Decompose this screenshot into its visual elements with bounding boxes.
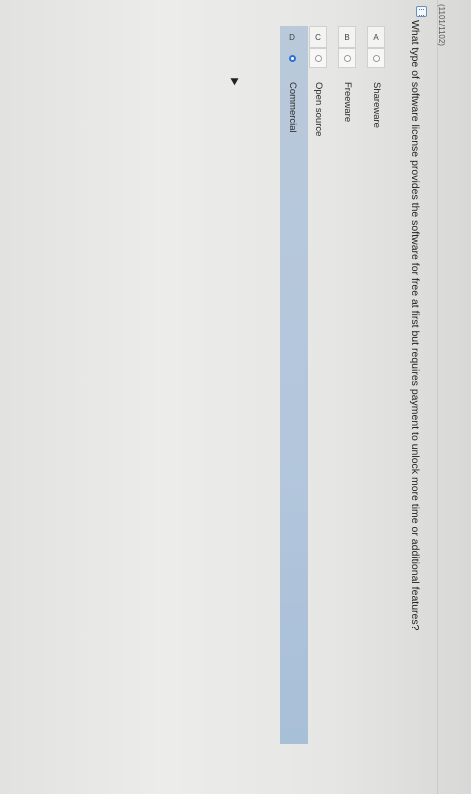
option-label: Open source — [313, 82, 324, 137]
option-letter: C — [309, 26, 327, 48]
radio-dot-selected — [288, 54, 296, 62]
option-c-radio[interactable] — [309, 48, 327, 68]
radio-dot — [314, 54, 322, 62]
option-letter: B — [338, 26, 356, 48]
option-d-radio[interactable] — [283, 48, 301, 68]
option-label: Shareware — [371, 82, 382, 128]
radio-dot — [372, 54, 380, 62]
option-label: Freeware — [342, 82, 353, 123]
option-letter: A — [367, 26, 385, 48]
answer-options: A Shareware B Freeware C Open source D C… — [0, 0, 471, 794]
option-letter: D — [289, 32, 295, 42]
radio-dot — [343, 54, 351, 62]
option-label: Commercial — [287, 82, 298, 133]
option-a-radio[interactable] — [367, 48, 385, 68]
option-b-radio[interactable] — [338, 48, 356, 68]
